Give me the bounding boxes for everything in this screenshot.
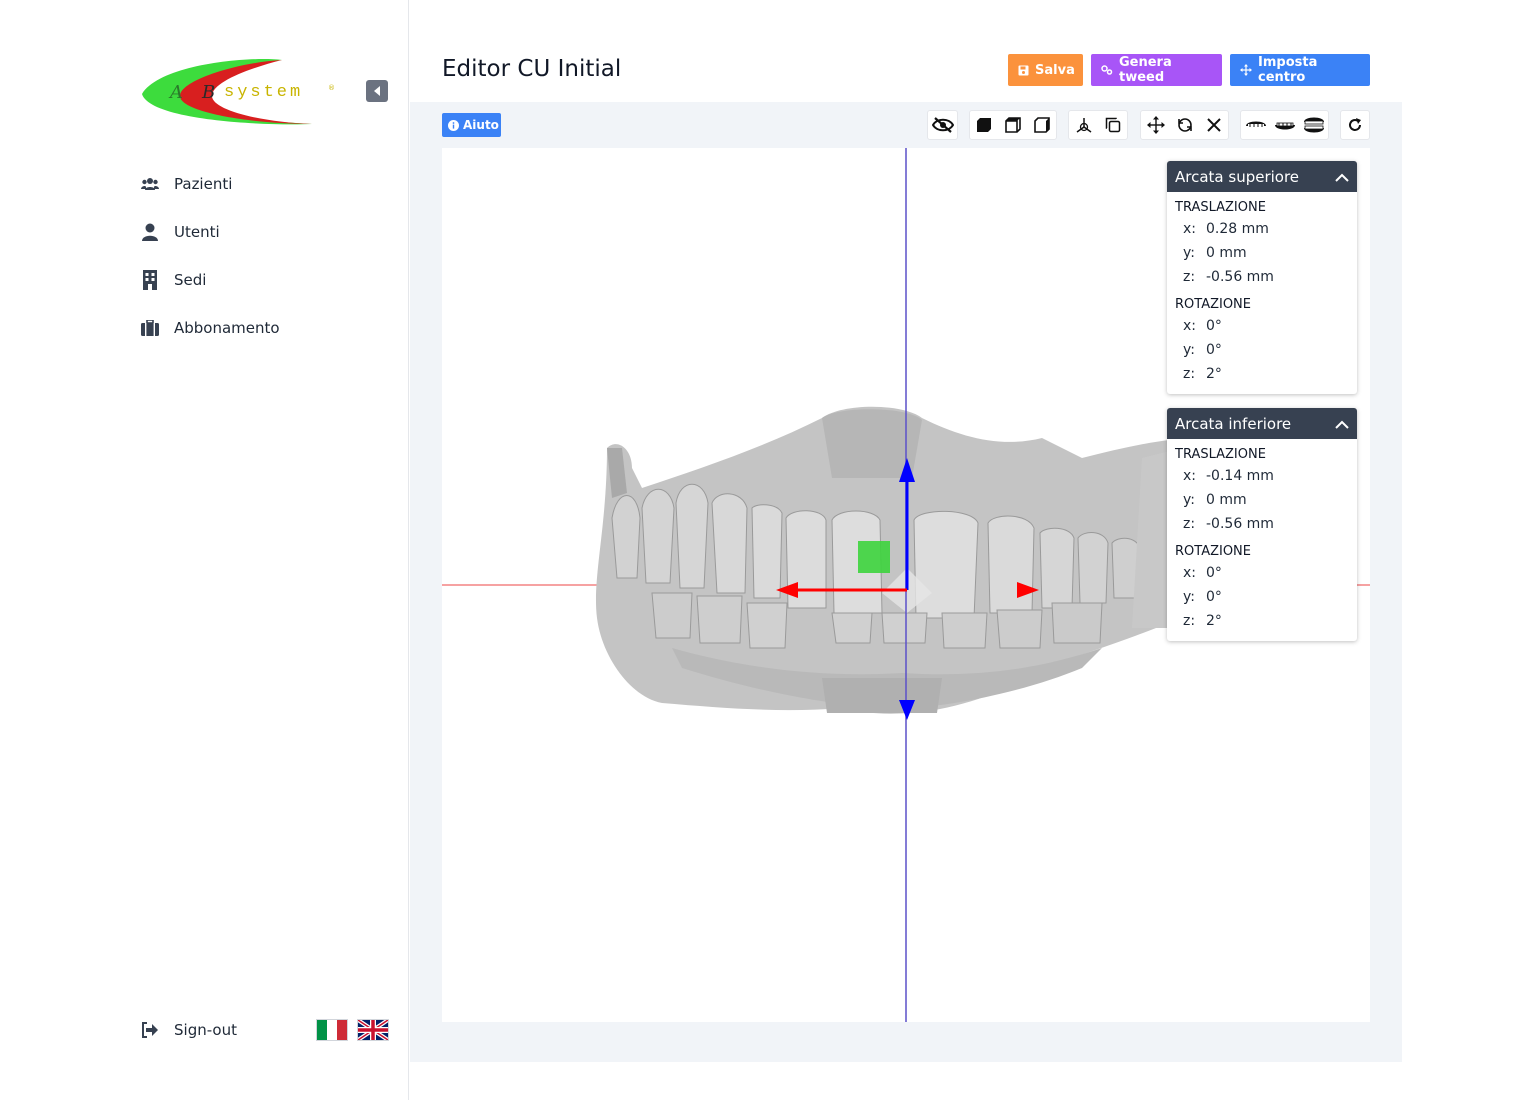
svg-text:B: B [201, 82, 215, 103]
view-toolgroup [969, 110, 1057, 140]
user-icon [140, 222, 160, 242]
collapse-sidebar-button[interactable] [366, 80, 388, 102]
rotation-x-value: 0° [1206, 565, 1222, 581]
both-arches-icon[interactable] [1299, 111, 1328, 139]
rotation-title: ROTAZIONE [1175, 297, 1252, 312]
close-icon[interactable] [1199, 111, 1228, 139]
save-label: Salva [1035, 62, 1075, 78]
users-icon [140, 174, 160, 194]
upper-arch-icon[interactable] [1241, 111, 1270, 139]
rotation-x-value: 0° [1206, 318, 1222, 334]
svg-text:A: A [168, 82, 183, 103]
save-icon [1018, 65, 1029, 76]
translation-z-row: z: -0.56 mm [1183, 269, 1274, 285]
dental-arch-model [595, 406, 1202, 714]
rotation-y-row: y: 0° [1183, 589, 1222, 605]
flag-italy-icon[interactable] [316, 1019, 348, 1041]
sidebar-item-pazienti[interactable]: Pazienti [140, 160, 280, 208]
briefcase-icon [140, 318, 160, 338]
lower-arch-icon[interactable] [1270, 111, 1299, 139]
translation-y-row: y: 0 mm [1183, 245, 1247, 261]
rotation-z-value: 2° [1206, 613, 1222, 629]
building-icon [140, 270, 160, 290]
absystem-logo: A B system ® [140, 54, 340, 128]
translation-title: TRASLAZIONE [1175, 447, 1266, 462]
rotation-z-row: z: 2° [1183, 366, 1222, 382]
eye-slash-icon[interactable] [928, 111, 957, 139]
svg-text:®: ® [328, 84, 335, 92]
sidebar-item-utenti[interactable]: Utenti [140, 208, 280, 256]
translation-title: TRASLAZIONE [1175, 200, 1266, 215]
refresh-icon[interactable] [1341, 111, 1369, 139]
lower-arch-panel: Arcata inferiore TRASLAZIONE x: -0.14 mm … [1167, 408, 1357, 641]
sidebar-item-abbonamento[interactable]: Abbonamento [140, 304, 280, 352]
language-switcher [316, 1018, 390, 1042]
translation-y-row: y: 0 mm [1183, 492, 1247, 508]
translation-y-value: 0 mm [1206, 492, 1247, 508]
generate-tweed-button[interactable]: Genera tweed [1091, 54, 1222, 86]
translation-z-row: z: -0.56 mm [1183, 516, 1274, 532]
cube-side-icon[interactable] [1027, 111, 1056, 139]
translation-y-value: 0 mm [1206, 245, 1247, 261]
sidebar-item-label: Abbonamento [174, 319, 280, 337]
flag-uk-icon[interactable] [356, 1018, 390, 1042]
signout-link[interactable]: Sign-out [140, 1018, 237, 1042]
header-actions: Salva Genera tweed Imposta centro [1008, 54, 1370, 86]
arch-toolgroup [1240, 110, 1329, 140]
help-label: Aiuto [463, 118, 499, 132]
translation-x-row: x: 0.28 mm [1183, 221, 1269, 237]
upper-arch-panel-title: Arcata superiore [1175, 167, 1300, 186]
rotation-y-value: 0° [1206, 589, 1222, 605]
signout-label: Sign-out [174, 1021, 237, 1039]
set-center-button[interactable]: Imposta centro [1230, 54, 1370, 86]
signout-icon [140, 1020, 160, 1040]
save-button[interactable]: Salva [1008, 54, 1083, 86]
gears-icon [1101, 65, 1113, 75]
axis-icon[interactable] [1069, 111, 1098, 139]
sidebar-nav: Pazienti Utenti Sedi Abbonamento [140, 160, 280, 352]
upper-arch-panel-header[interactable]: Arcata superiore [1167, 161, 1357, 192]
generate-tweed-label: Genera tweed [1119, 55, 1172, 85]
translation-x-value: -0.14 mm [1206, 468, 1274, 484]
chevron-up-icon[interactable] [1335, 167, 1349, 186]
help-button[interactable]: Aiuto [442, 113, 501, 137]
translation-z-value: -0.56 mm [1206, 516, 1274, 532]
visibility-toolgroup [927, 110, 958, 140]
helpers-toolgroup [1068, 110, 1128, 140]
lower-arch-panel-title: Arcata inferiore [1175, 414, 1292, 433]
transform-toolgroup [1140, 110, 1229, 140]
cube-solid-icon[interactable] [970, 111, 999, 139]
sidebar-item-sedi[interactable]: Sedi [140, 256, 280, 304]
refresh-toolgroup [1340, 110, 1370, 140]
rotation-z-value: 2° [1206, 366, 1222, 382]
caret-left-icon [374, 86, 380, 96]
rotation-x-row: x: 0° [1183, 318, 1222, 334]
translation-x-value: 0.28 mm [1206, 221, 1269, 237]
rotation-z-row: z: 2° [1183, 613, 1222, 629]
arrows-move-icon [1240, 64, 1252, 76]
sidebar-item-label: Pazienti [174, 175, 233, 193]
set-center-label: Imposta centro [1258, 55, 1318, 85]
translation-x-row: x: -0.14 mm [1183, 468, 1274, 484]
rotation-y-value: 0° [1206, 342, 1222, 358]
lower-arch-panel-header[interactable]: Arcata inferiore [1167, 408, 1357, 439]
rotate-icon[interactable] [1170, 111, 1199, 139]
sidebar-item-label: Sedi [174, 271, 207, 289]
svg-text:system: system [224, 83, 303, 102]
sidebar: A B system ® Pazienti Utenti Sedi Abbona… [0, 0, 409, 1100]
upper-arch-panel: Arcata superiore TRASLAZIONE x: 0.28 mm y… [1167, 161, 1357, 394]
copy-icon[interactable] [1098, 111, 1127, 139]
translate-handle-plane [858, 541, 890, 573]
rotation-y-row: y: 0° [1183, 342, 1222, 358]
info-icon [448, 119, 459, 131]
rotation-title: ROTAZIONE [1175, 544, 1252, 559]
cube-front-icon[interactable] [999, 111, 1028, 139]
page-title: Editor CU Initial [442, 56, 622, 82]
translation-z-value: -0.56 mm [1206, 269, 1274, 285]
move-icon[interactable] [1141, 111, 1170, 139]
rotation-x-row: x: 0° [1183, 565, 1222, 581]
chevron-up-icon[interactable] [1335, 414, 1349, 433]
sidebar-item-label: Utenti [174, 223, 220, 241]
